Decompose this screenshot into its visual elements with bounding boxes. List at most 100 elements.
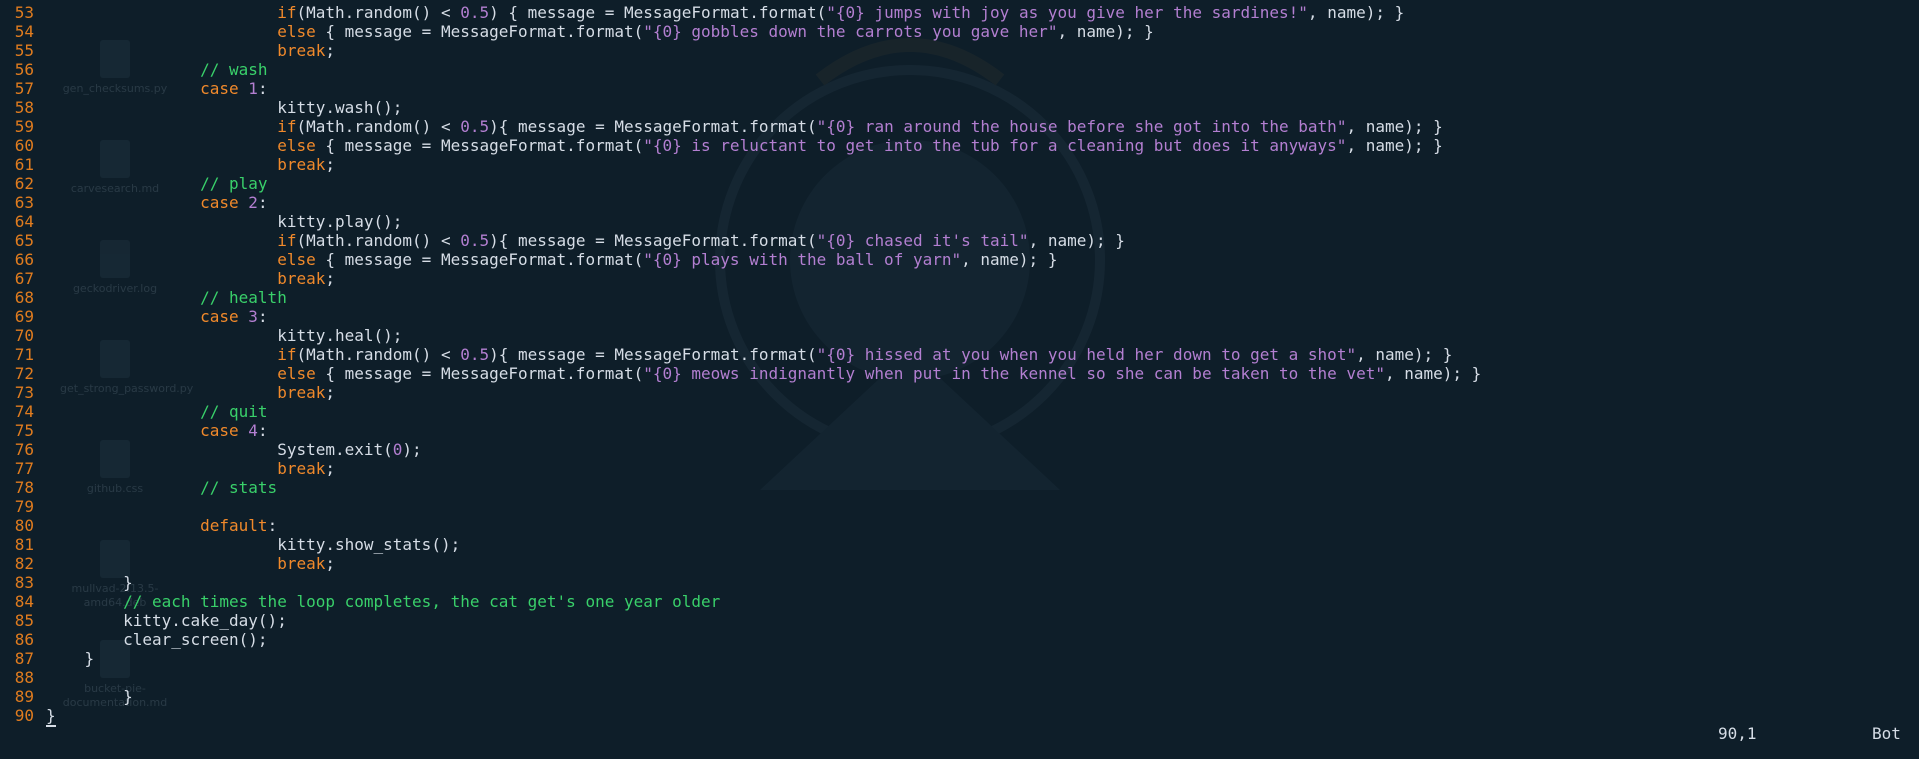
code-token: ; [325, 269, 335, 288]
line-number: 88 [14, 668, 34, 687]
line-text: } [46, 706, 56, 727]
line-text: if(Math.random() < 0.5){ message = Messa… [46, 231, 1125, 250]
line-text: default: [46, 516, 277, 535]
line-number: 66 [14, 250, 34, 269]
line-text: else { message = MessageFormat.format("{… [46, 136, 1443, 155]
line-text: else { message = MessageFormat.format("{… [46, 22, 1154, 41]
code-token: kitty.play(); [46, 212, 403, 231]
code-token: ; [325, 383, 335, 402]
code-token: "{0} hissed at you when you held her dow… [816, 345, 1357, 364]
cursor-position: 90,1 [1718, 724, 1757, 743]
line-number: 75 [14, 421, 34, 440]
line-text: break; [46, 41, 335, 60]
line-number: 80 [14, 516, 34, 535]
code-token: (Math.random() < [296, 231, 461, 250]
code-token: // stats [200, 478, 278, 497]
code-token: , name); } [1346, 136, 1443, 155]
code-token: break [277, 383, 326, 402]
code-token: "{0} chased it's tail" [816, 231, 1029, 250]
line-number: 89 [14, 687, 34, 706]
line-number: 63 [14, 193, 34, 212]
line-number: 61 [14, 155, 34, 174]
code-token: break [277, 554, 326, 573]
line-text: System.exit(0); [46, 440, 422, 459]
line-text: case 3: [46, 307, 267, 326]
line-text: // stats [46, 478, 277, 497]
code-token: kitty.heal(); [46, 326, 403, 345]
line-number: 72 [14, 364, 34, 383]
code-token: : [257, 193, 268, 212]
line-number: 71 [14, 345, 34, 364]
line-text: case 2: [46, 193, 268, 212]
line-number: 56 [14, 60, 34, 79]
line-number: 83 [14, 573, 34, 592]
line-number: 84 [14, 592, 34, 611]
line-text: // play [46, 174, 267, 193]
line-number: 86 [14, 630, 34, 649]
code-token: else [277, 136, 316, 155]
code-token: case [200, 421, 239, 440]
code-token: , name); } [961, 250, 1058, 269]
line-text: kitty.show_stats(); [46, 535, 460, 554]
code-token: 0.5 [460, 231, 490, 250]
line-number: 53 [14, 3, 34, 22]
code-token: if [277, 231, 297, 250]
line-text: // health [46, 288, 287, 307]
code-token: ){ message = MessageFormat.format( [489, 117, 817, 136]
line-text: // quit [46, 402, 268, 421]
code-token: // each times the loop completes, the ca… [123, 592, 721, 611]
line-text: break; [46, 269, 335, 288]
line-text: // each times the loop completes, the ca… [46, 592, 720, 611]
code-token: // quit [200, 402, 268, 421]
code-token: , name); } [1028, 231, 1125, 250]
code-token: ; [325, 554, 335, 573]
line-text: kitty.cake_day(); [46, 611, 287, 630]
line-text: clear_screen(); [46, 630, 268, 649]
line-text: case 1: [46, 79, 267, 98]
code-token: ){ message = MessageFormat.format( [489, 231, 817, 250]
scroll-indicator: Bot [1872, 724, 1901, 743]
code-token: break [277, 459, 326, 478]
code-token: (Math.random() < [296, 117, 461, 136]
line-number: 67 [14, 269, 34, 288]
line-text: case 4: [46, 421, 267, 440]
code-token: case [200, 79, 239, 98]
line-number: 82 [14, 554, 34, 573]
line-text: } [46, 649, 95, 668]
code-token: { message = MessageFormat.format( [315, 136, 644, 155]
line-text: break; [46, 383, 335, 402]
code-token: 0.5 [460, 117, 490, 136]
line-text: break; [46, 554, 335, 573]
line-number: 65 [14, 231, 34, 250]
code-token: "{0} ran around the house before she got… [816, 117, 1347, 136]
line-text: kitty.play(); [46, 212, 402, 231]
code-token: kitty.cake_day(); [46, 611, 287, 630]
line-number: 57 [14, 79, 34, 98]
terminal-window[interactable]: gen_checksums.py carvesearch.md geckodrive… [0, 0, 1919, 759]
line-text: if(Math.random() < 0.5){ message = Messa… [46, 117, 1443, 136]
code-token: ; [325, 41, 335, 60]
line-number: 64 [14, 212, 34, 231]
code-token: // health [200, 288, 287, 307]
line-text: if(Math.random() < 0.5){ message = Messa… [46, 345, 1452, 364]
